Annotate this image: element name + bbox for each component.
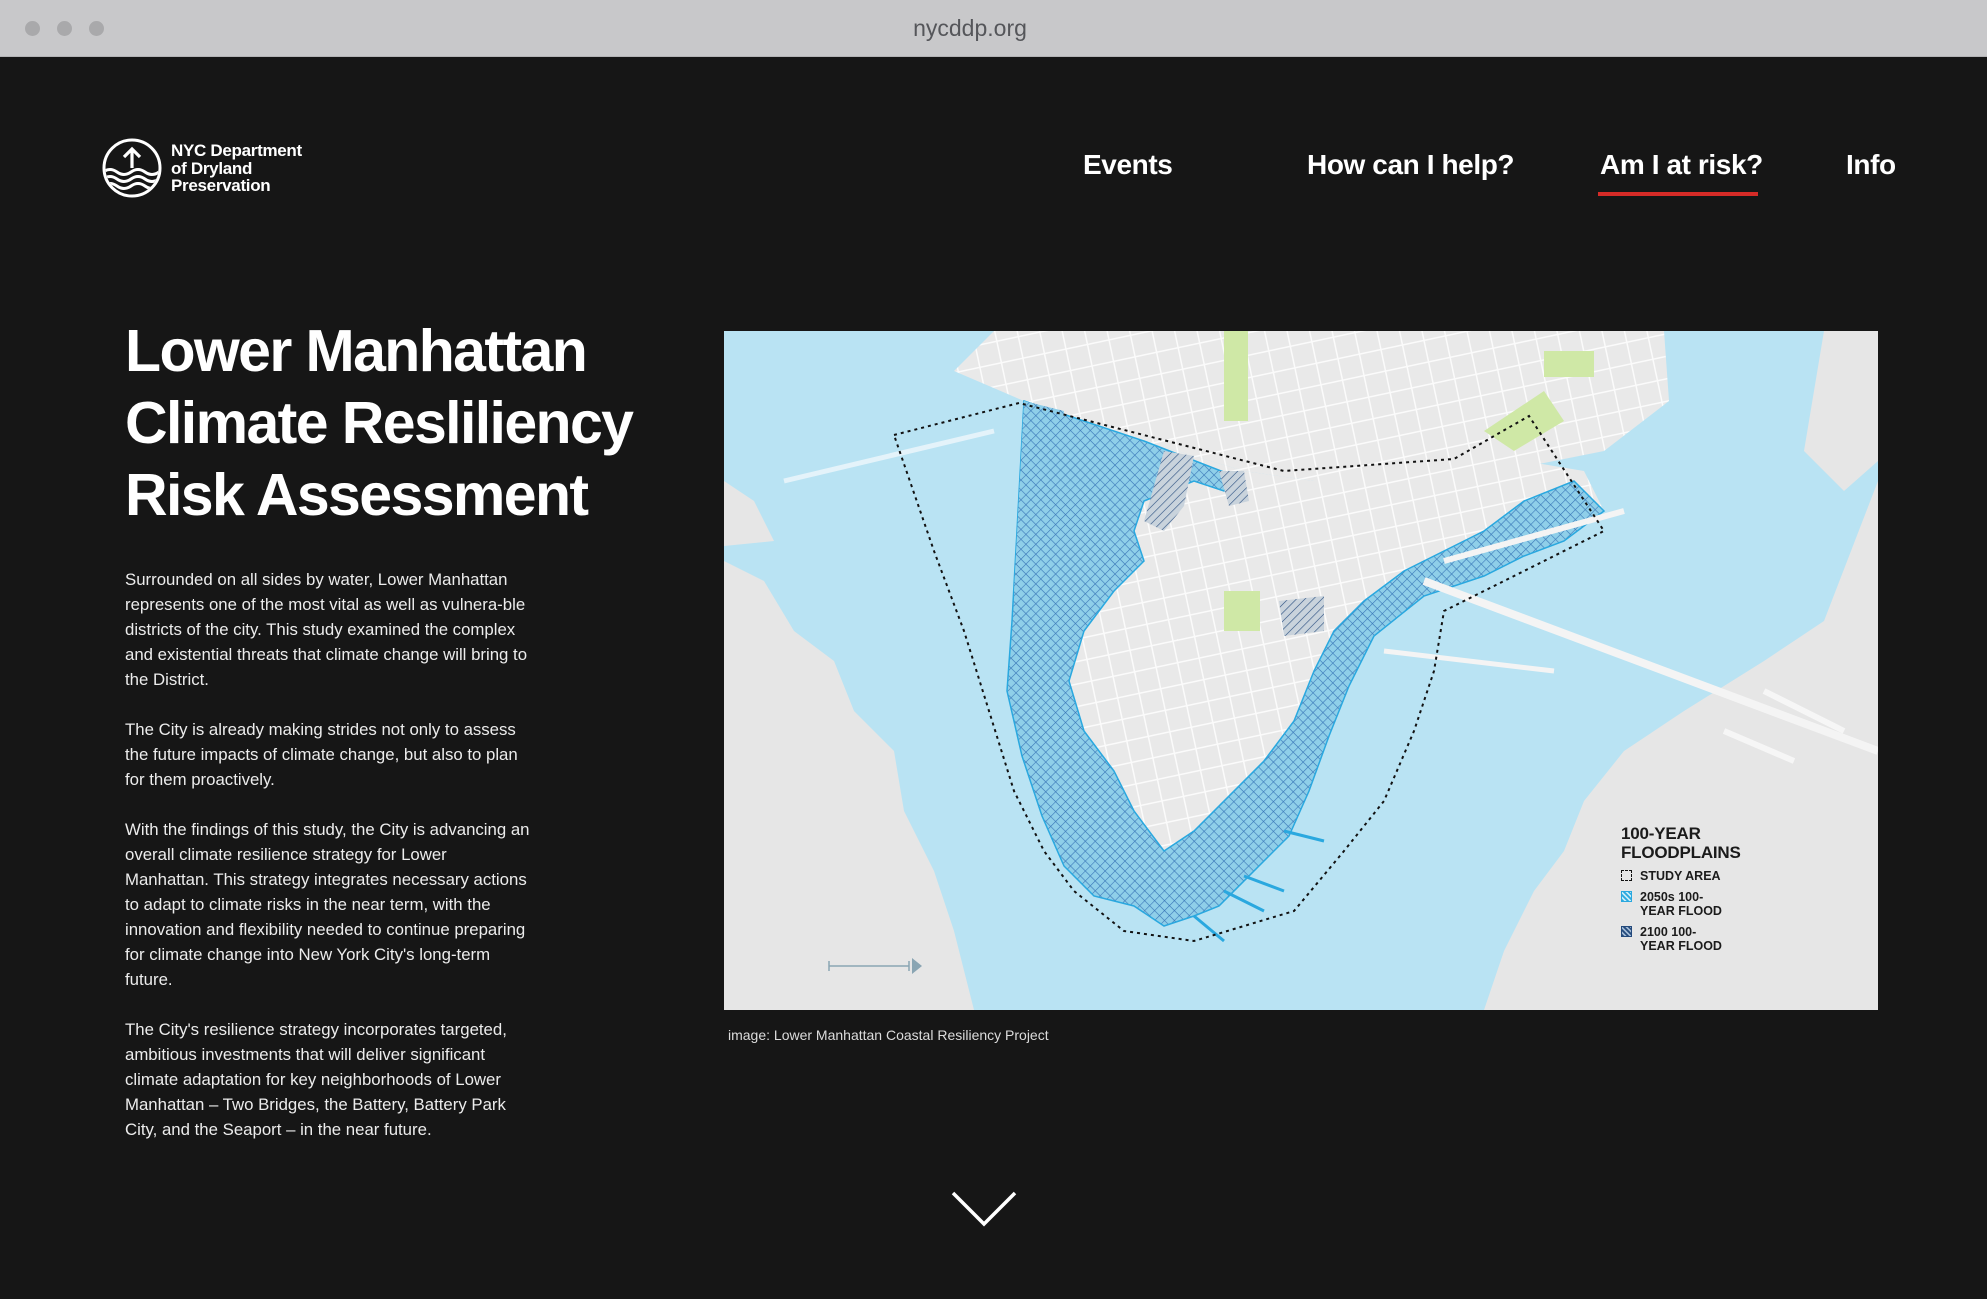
legend-item-label: YEAR FLOOD <box>1640 904 1722 918</box>
legend-item-label: YEAR FLOOD <box>1640 939 1722 953</box>
flood-2050s-swatch <box>1621 891 1632 902</box>
map-land-new-jersey <box>724 561 974 1010</box>
legend-title-line: 100-YEAR <box>1621 824 1701 843</box>
flood-2100-swatch <box>1621 926 1632 937</box>
floodplain-map: 100-YEAR FLOODPLAINS STUDY AREA 2050s 10… <box>724 331 1878 1010</box>
logo-line: Preservation <box>171 176 271 195</box>
chevron-down-icon[interactable] <box>950 1189 1018 1229</box>
page: NYC Department of Dryland Preservation E… <box>0 57 1987 1299</box>
legend-item-2050s: 2050s 100- YEAR FLOOD <box>1621 890 1821 918</box>
study-area-swatch <box>1621 870 1632 881</box>
article-paragraph: The City's resilience strategy incorpora… <box>125 1020 507 1139</box>
page-title: Lower Manhattan Climate Resliliency Risk… <box>125 315 685 531</box>
page-title-line: Climate Resliliency <box>125 390 634 456</box>
site-logo[interactable]: NYC Department of Dryland Preservation <box>101 137 341 203</box>
nav-how-can-i-help[interactable]: How can I help? <box>1307 149 1515 181</box>
article-paragraph: The City is already making strides not o… <box>125 720 518 789</box>
legend-title: 100-YEAR FLOODPLAINS <box>1621 824 1821 862</box>
active-nav-underline <box>1598 192 1758 196</box>
nav-events[interactable]: Events <box>1083 149 1173 181</box>
nav-am-i-at-risk[interactable]: Am I at risk? <box>1600 149 1763 181</box>
legend-item-label: STUDY AREA <box>1640 869 1721 883</box>
legend-item-label: 2100 100- <box>1640 925 1697 939</box>
map-legend: 100-YEAR FLOODPLAINS STUDY AREA 2050s 10… <box>1621 824 1821 953</box>
page-title-line: Risk Assessment <box>125 462 589 528</box>
legend-item-2100: 2100 100- YEAR FLOOD <box>1621 925 1821 953</box>
legend-item-label: 2050s 100- <box>1640 890 1704 904</box>
logo-line: of Dryland <box>171 158 253 178</box>
logo-wordmark: NYC Department of Dryland Preservation <box>171 142 302 195</box>
map-caption: image: Lower Manhattan Coastal Resilienc… <box>728 1027 1049 1043</box>
legend-item-study-area: STUDY AREA <box>1621 869 1821 883</box>
logo-line: NYC Department <box>171 141 302 160</box>
browser-titlebar: nycddp.org <box>0 0 1987 57</box>
address-bar[interactable]: nycddp.org <box>0 15 1940 42</box>
article-paragraph: Surrounded on all sides by water, Lower … <box>125 570 528 689</box>
article-body: Surrounded on all sides by water, Lower … <box>125 567 535 1167</box>
nav-info[interactable]: Info <box>1846 149 1896 181</box>
legend-title-line: FLOODPLAINS <box>1621 843 1741 862</box>
article-paragraph: With the findings of this study, the Cit… <box>125 820 530 989</box>
page-title-line: Lower Manhattan <box>125 318 588 384</box>
browser-window: nycddp.org NYC Department of Dryland Pre… <box>0 0 1987 1299</box>
dryland-logo-icon <box>102 138 162 198</box>
